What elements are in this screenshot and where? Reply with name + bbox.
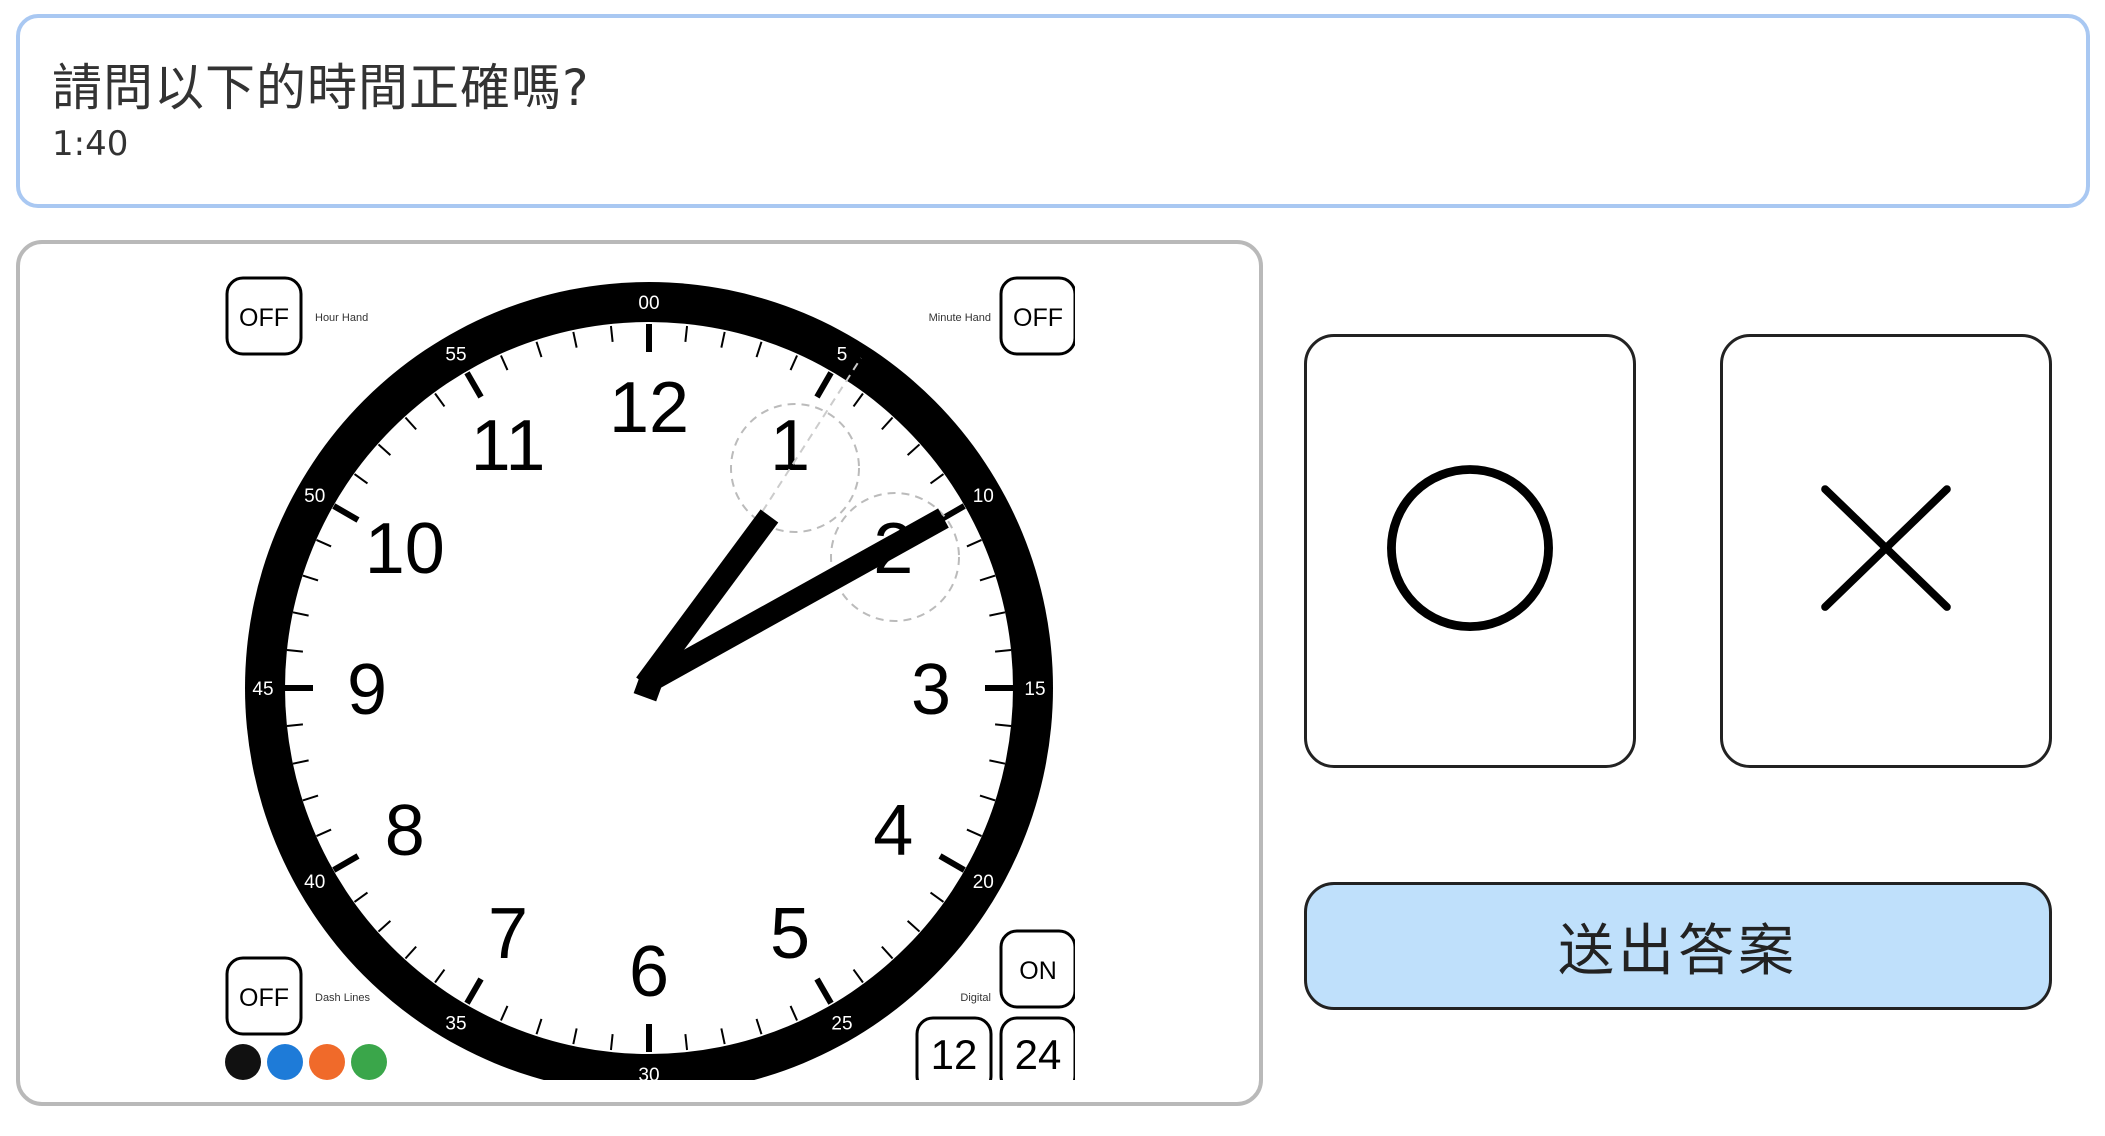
hour-number: 9 <box>347 650 387 730</box>
minute-label: 5 <box>837 345 848 366</box>
minute-hand-toggle-text: OFF <box>1013 304 1063 332</box>
hour-number: 8 <box>385 791 425 871</box>
minute-label: 45 <box>252 679 273 700</box>
hour-number: 10 <box>365 509 445 589</box>
hour-hand-toggle[interactable]: OFF <box>225 276 303 356</box>
true-choice-button[interactable] <box>1304 334 1636 768</box>
minute-label: 35 <box>445 1013 466 1034</box>
format-24-text: 24 <box>1015 1031 1062 1078</box>
dash-lines-toggle-text: OFF <box>239 984 289 1012</box>
question-card: 請問以下的時間正確嗎? 1:40 <box>16 14 2090 208</box>
clock-panel: 00510152025303540455055 121234567891011 … <box>16 240 1263 1106</box>
minute-hand-label: Minute Hand <box>929 312 991 324</box>
palette-swatch[interactable] <box>309 1044 345 1080</box>
analog-clock: 00510152025303540455055 121234567891011 … <box>225 276 1075 1080</box>
format-12-button[interactable]: 12 <box>915 1016 993 1080</box>
palette-swatch[interactable] <box>225 1044 261 1080</box>
minute-label: 40 <box>304 872 325 893</box>
hour-number: 4 <box>873 791 913 871</box>
submit-answer-button[interactable]: 送出答案 <box>1304 882 2052 1010</box>
minute-label: 20 <box>973 872 994 893</box>
digital-label: Digital <box>960 992 991 1004</box>
format-24-button[interactable]: 24 <box>999 1016 1075 1080</box>
format-12-text: 12 <box>931 1031 978 1078</box>
minute-hand-toggle[interactable]: OFF <box>999 276 1075 356</box>
question-title: 請問以下的時間正確嗎? <box>52 59 590 117</box>
hour-number: 11 <box>471 406 546 486</box>
hour-hand-toggle-text: OFF <box>239 304 289 332</box>
palette-swatch[interactable] <box>351 1044 387 1080</box>
digital-toggle-text: ON <box>1019 957 1057 985</box>
hour-number: 3 <box>911 650 951 730</box>
question-time: 1:40 <box>52 124 129 164</box>
hour-number: 5 <box>770 894 810 974</box>
palette-swatch[interactable] <box>267 1044 303 1080</box>
minute-label: 15 <box>1024 679 1045 700</box>
dash-lines-toggle[interactable]: OFF <box>225 956 303 1036</box>
minute-label: 10 <box>973 486 994 507</box>
hour-number: 6 <box>629 932 669 1012</box>
circle-o-icon <box>1387 465 1553 632</box>
minute-label: 25 <box>831 1013 852 1034</box>
cross-x-icon <box>1821 485 1951 611</box>
digital-toggle[interactable]: ON <box>999 929 1075 1009</box>
hour-number: 12 <box>609 368 689 448</box>
hour-number: 7 <box>488 894 528 974</box>
minute-label: 55 <box>445 345 466 366</box>
minute-label: 00 <box>638 293 659 314</box>
minute-label: 50 <box>304 486 325 507</box>
color-palette[interactable] <box>225 1044 387 1080</box>
hour-hand-label: Hour Hand <box>315 312 368 324</box>
false-choice-button[interactable] <box>1720 334 2052 768</box>
dash-lines-label: Dash Lines <box>315 992 371 1004</box>
minute-label: 30 <box>638 1065 659 1080</box>
